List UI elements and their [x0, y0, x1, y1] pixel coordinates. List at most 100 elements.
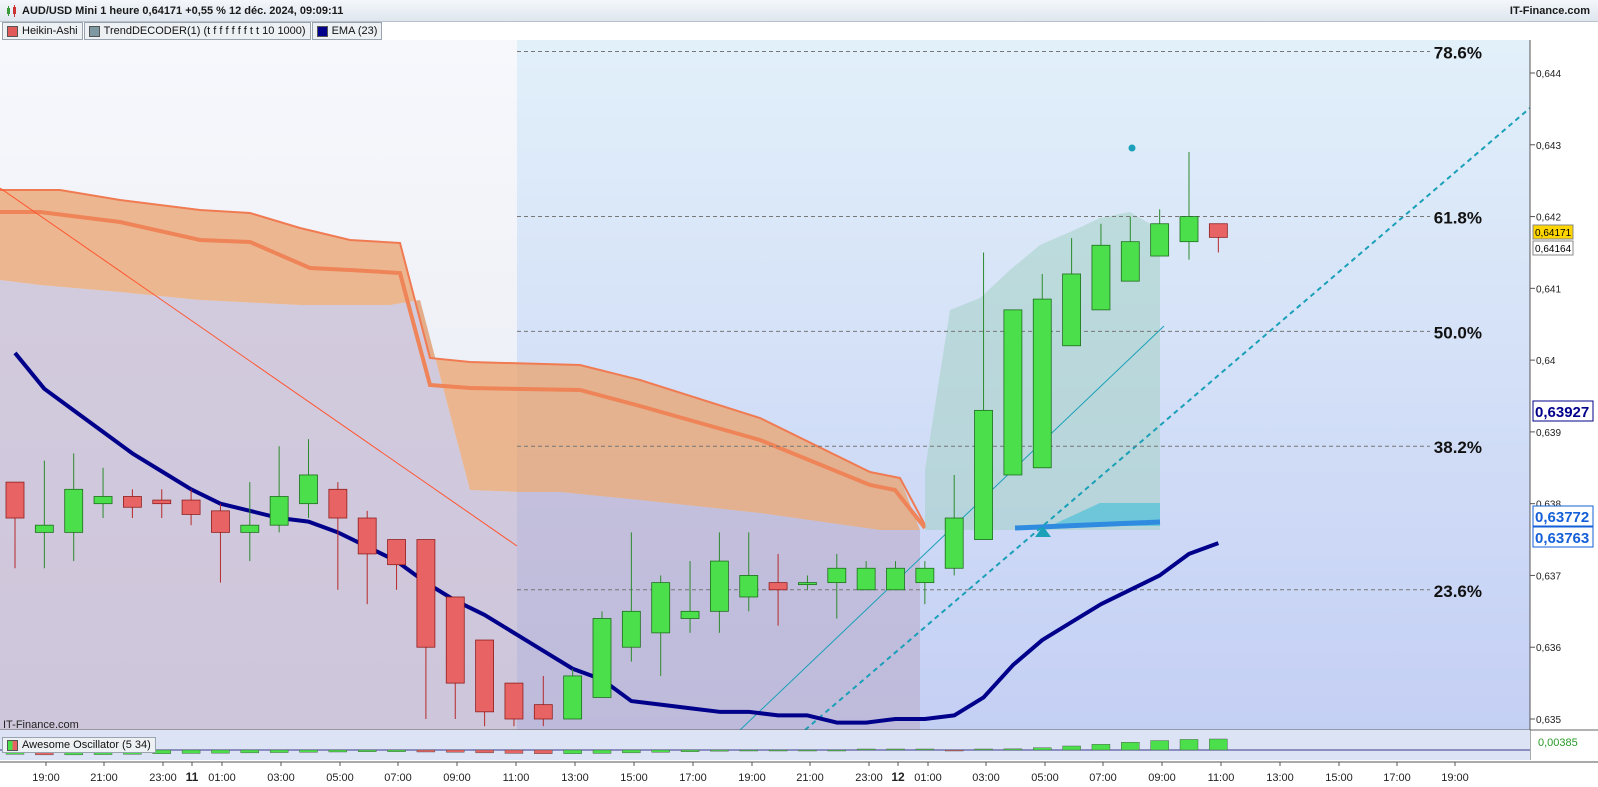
legend-trenddecoder[interactable]: TrendDECODER(1) (t f f f f f f t t 10 10… [83, 22, 311, 40]
trenddecoder-swatch [88, 25, 100, 37]
candle-body [1179, 216, 1199, 243]
price-chart[interactable]: 78.6% 61.8% 50.0% 38.2% 23.6% 0,00385 0,644 0… [0, 22, 1598, 787]
candle-body [1120, 241, 1140, 282]
time-tick-label: 09:00 [1148, 772, 1176, 784]
price-label: 0,63772 [1532, 505, 1594, 527]
legend-label: EMA (23) [331, 25, 378, 37]
price-label-text: 0,63772 [1535, 509, 1589, 526]
candle[interactable] [563, 668, 583, 720]
candle-body [533, 704, 553, 720]
time-tick-label: 11:00 [1208, 772, 1235, 784]
candle-body [387, 539, 406, 566]
oscillator-bar [915, 748, 935, 751]
time-tick-label: 21:00 [90, 772, 118, 784]
time-tick-label: 01:00 [208, 772, 236, 784]
oscillator-bar [328, 749, 348, 753]
oscillator-bar [563, 749, 582, 754]
heikin-ashi-swatch [7, 25, 18, 37]
oscillator-legend[interactable]: Awesome Oscillator (5 34) [2, 737, 156, 753]
candle-body [64, 488, 84, 533]
candle[interactable] [592, 611, 612, 698]
oscillator-bar [945, 749, 964, 752]
price-tick-label: 0,64 [1536, 356, 1556, 367]
candle-body [798, 582, 817, 586]
candle-body [357, 517, 377, 555]
oscillator-bar [240, 749, 260, 754]
time-tick-label: 05:00 [1031, 772, 1059, 784]
oscillator-bar [446, 749, 465, 753]
oscillator-bar [1209, 738, 1228, 751]
price-label: 0,64171 [1532, 224, 1574, 240]
time-tick-label: 19:00 [738, 772, 766, 784]
time-tick-label: 15:00 [620, 772, 648, 784]
high-marker-dot [1128, 144, 1136, 152]
oscillator-bar [856, 748, 876, 751]
price-label: 0,63927 [1532, 400, 1594, 422]
price-tick-label: 0,636 [1536, 643, 1561, 654]
price-tick-label: 0,643 [1536, 141, 1561, 152]
oscillator-bar [504, 749, 524, 754]
time-tick-label: 21:00 [796, 772, 824, 784]
candlestick-icon [7, 5, 16, 17]
candle-body [1150, 223, 1170, 257]
candle-body [299, 474, 318, 505]
candle[interactable] [1003, 309, 1023, 476]
ema-swatch [316, 25, 328, 37]
fib-level-label: 23.6% [1434, 582, 1482, 601]
candle-body [416, 539, 436, 648]
time-tick-label: 19:00 [1441, 772, 1469, 784]
oscillator-bar [299, 749, 318, 753]
legend-ema[interactable]: EMA (23) [311, 22, 383, 40]
oscillator-bar [680, 749, 700, 752]
time-tick-label: 03:00 [267, 772, 295, 784]
indicator-legend: Heikin-Ashi TrendDECODER(1) (t f f f f f… [2, 22, 383, 40]
legend-label: Heikin-Ashi [22, 25, 78, 37]
instrument-title: AUD/USD Mini 1 heure 0,64171 +0,55 % 12 … [22, 5, 344, 17]
price-label-text: 0,64171 [1535, 228, 1572, 239]
oscillator-bar [622, 749, 641, 754]
legend-label: TrendDECODER(1) (t f f f f f f t t 10 10… [103, 25, 306, 37]
candle-body [915, 567, 935, 584]
oscillator-bar [1033, 747, 1052, 751]
oscillator-panel [0, 730, 1530, 760]
fib-level-label: 38.2% [1434, 438, 1482, 457]
oscillator-bar [710, 749, 729, 752]
candle-body [856, 567, 876, 591]
candle-body [34, 524, 54, 533]
candle-body [1032, 298, 1052, 469]
candle-body [827, 567, 847, 584]
time-tick-label: 07:00 [1089, 772, 1117, 784]
price-label-text: 0,64164 [1535, 244, 1572, 255]
time-tick-label: 23:00 [855, 772, 883, 784]
candle-body [944, 517, 964, 569]
brand-label[interactable]: IT-Finance.com [1510, 5, 1590, 17]
candle-body [651, 582, 671, 634]
legend-heikin-ashi[interactable]: Heikin-Ashi [2, 22, 83, 40]
oscillator-bar [387, 749, 406, 752]
candle-body [1091, 244, 1111, 311]
oscillator-bar [1150, 740, 1169, 751]
oscillator-bar [886, 748, 905, 751]
oscillator-bar [1091, 744, 1111, 751]
fib-level-label: 78.6% [1434, 43, 1482, 62]
time-tick-label: 17:00 [679, 772, 707, 784]
oscillator-bar [534, 749, 553, 754]
time-tick-label: 11:00 [503, 772, 530, 784]
time-tick-label: 09:00 [443, 772, 471, 784]
candle-body [1062, 273, 1081, 347]
oscillator-bar [1179, 739, 1199, 751]
candle-body [211, 510, 230, 533]
oscillator-bar [416, 749, 436, 753]
price-tick-label: 0,637 [1536, 571, 1561, 582]
time-tick-label: 17:00 [1383, 772, 1411, 784]
oscillator-label: Awesome Oscillator (5 34) [22, 739, 151, 751]
time-tick-label: 01:00 [914, 772, 942, 784]
oscillator-bar [798, 749, 817, 752]
oscillator-bar [358, 749, 377, 752]
watermark: IT-Finance.com [3, 719, 79, 731]
candle-body [621, 610, 641, 648]
candle-body [269, 496, 289, 526]
oscillator-swatch [7, 739, 18, 751]
candle[interactable] [1032, 273, 1052, 469]
candle-body [123, 496, 142, 508]
